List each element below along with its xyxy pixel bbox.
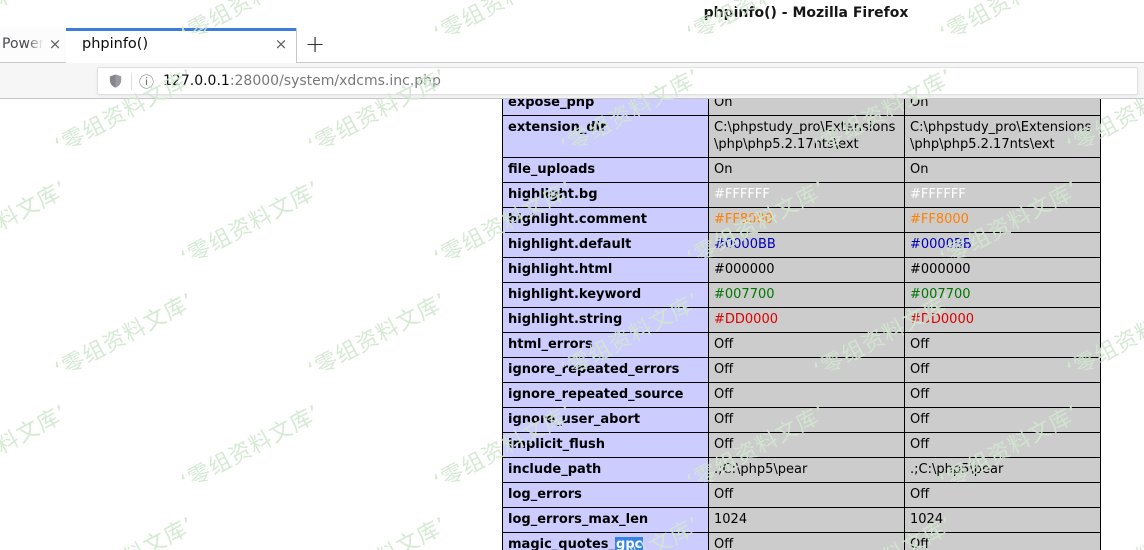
- directive-name-cell: highlight.bg: [502, 182, 709, 208]
- directive-name-cell: file_uploads: [502, 157, 709, 183]
- table-row: include_path .;C:\php5\pear .;C:\php5\pear: [502, 457, 1101, 483]
- page-content: expose_php On On extension_dir C:\phpstudy_p…: [0, 99, 1144, 550]
- url-text: 127.0.0.1:28000/system/xdcms.inc.php: [163, 73, 441, 89]
- local-value-cell: Off: [708, 532, 905, 550]
- selected-text: gpc: [615, 537, 644, 550]
- navigation-toolbar: ⓘ 127.0.0.1:28000/system/xdcms.inc.php: [0, 63, 1144, 99]
- local-value-cell: On: [708, 99, 905, 116]
- table-row: extension_dir C:\phpstudy_pro\Extensions …: [502, 115, 1101, 158]
- table-row: html_errors Off Off: [502, 332, 1101, 358]
- directive-name-cell: highlight.keyword: [502, 282, 709, 308]
- directive-name-cell: include_path: [502, 457, 709, 483]
- local-value-cell: Off: [708, 332, 905, 358]
- local-value-cell: Off: [708, 432, 905, 458]
- master-value-cell: Off: [904, 532, 1101, 550]
- local-value-cell: #007700: [708, 282, 905, 308]
- url-path: :28000/system/xdcms.inc.php: [229, 73, 441, 89]
- tab-strip: Power × phpinfo() × +: [0, 28, 1144, 63]
- local-value-cell: 1024: [708, 507, 905, 533]
- tab-close-icon[interactable]: ×: [46, 35, 64, 53]
- directive-name-cell: ignore_repeated_errors: [502, 357, 709, 383]
- directive-name-cell: expose_php: [502, 99, 709, 116]
- master-value-cell: #DD0000: [904, 307, 1101, 333]
- master-value-cell: #FFFFFF: [904, 182, 1101, 208]
- table-row: highlight.html #000000 #000000: [502, 257, 1101, 283]
- directive-name-cell: ignore_user_abort: [502, 407, 709, 433]
- page-info-icon[interactable]: ⓘ: [139, 71, 154, 92]
- master-value-cell: #007700: [904, 282, 1101, 308]
- table-row: highlight.default #0000BB #0000BB: [502, 232, 1101, 258]
- window-titlebar: phpinfo() - Mozilla Firefox: [0, 0, 1144, 28]
- directive-name-cell: log_errors_max_len: [502, 507, 709, 533]
- directive-name-cell: extension_dir: [502, 115, 709, 158]
- window-title: phpinfo() - Mozilla Firefox: [703, 5, 909, 21]
- table-row: highlight.keyword #007700 #007700: [502, 282, 1101, 308]
- directive-name-cell: implicit_flush: [502, 432, 709, 458]
- tab-active-phpinfo[interactable]: phpinfo() ×: [66, 28, 297, 63]
- master-value-cell: Off: [904, 332, 1101, 358]
- active-tab-accent-bar: [66, 28, 296, 31]
- master-value-cell: C:\phpstudy_pro\Extensions \php\php5.2.1…: [904, 115, 1101, 158]
- directive-name-cell: highlight.html: [502, 257, 709, 283]
- directive-name-text: magic_quotes_: [508, 537, 616, 550]
- directive-name-cell: html_errors: [502, 332, 709, 358]
- local-value-cell: #FF8000: [708, 207, 905, 233]
- local-value-cell: Off: [708, 482, 905, 508]
- master-value-cell: On: [904, 157, 1101, 183]
- phpinfo-table: expose_php On On extension_dir C:\phpstudy_p…: [502, 99, 1101, 550]
- table-row: highlight.bg #FFFFFF #FFFFFF: [502, 182, 1101, 208]
- local-value-cell: On: [708, 157, 905, 183]
- directive-name-cell: highlight.comment: [502, 207, 709, 233]
- local-value-cell: Off: [708, 357, 905, 383]
- directive-name-cell: magic_quotes_gpc: [502, 532, 709, 550]
- local-value-cell: .;C:\php5\pear: [708, 457, 905, 483]
- table-row: highlight.comment #FF8000 #FF8000: [502, 207, 1101, 233]
- table-row: magic_quotes_gpc Off Off: [502, 532, 1101, 550]
- table-row: ignore_repeated_source Off Off: [502, 382, 1101, 408]
- local-value-cell: Off: [708, 382, 905, 408]
- tracking-protection-shield-icon[interactable]: [108, 73, 123, 89]
- table-row: file_uploads On On: [502, 157, 1101, 183]
- table-row: expose_php On On: [502, 99, 1101, 116]
- local-value-cell: Off: [708, 407, 905, 433]
- master-value-cell: #000000: [904, 257, 1101, 283]
- new-tab-button[interactable]: +: [303, 30, 327, 58]
- master-value-cell: Off: [904, 482, 1101, 508]
- local-value-cell: C:\phpstudy_pro\Extensions \php\php5.2.1…: [708, 115, 905, 158]
- local-value-cell: #0000BB: [708, 232, 905, 258]
- directive-name-cell: ignore_repeated_source: [502, 382, 709, 408]
- tab-background-power[interactable]: Power ×: [0, 28, 67, 62]
- directive-name-cell: highlight.default: [502, 232, 709, 258]
- table-row: log_errors_max_len 1024 1024: [502, 507, 1101, 533]
- urlbar-separator: [131, 72, 132, 90]
- local-value-cell: #FFFFFF: [708, 182, 905, 208]
- master-value-cell: Off: [904, 357, 1101, 383]
- table-row: implicit_flush Off Off: [502, 432, 1101, 458]
- tab-label: phpinfo(): [82, 36, 149, 52]
- master-value-cell: Off: [904, 432, 1101, 458]
- master-value-cell: On: [904, 99, 1101, 116]
- directive-name-cell: highlight.string: [502, 307, 709, 333]
- directive-name-cell: log_errors: [502, 482, 709, 508]
- table-row: ignore_user_abort Off Off: [502, 407, 1101, 433]
- local-value-cell: #DD0000: [708, 307, 905, 333]
- master-value-cell: #FF8000: [904, 207, 1101, 233]
- master-value-cell: Off: [904, 407, 1101, 433]
- tab-close-icon[interactable]: ×: [272, 35, 290, 53]
- tab-label: Power: [2, 36, 45, 52]
- url-host: 127.0.0.1: [163, 73, 230, 89]
- url-bar[interactable]: ⓘ 127.0.0.1:28000/system/xdcms.inc.php: [97, 67, 1138, 95]
- table-row: highlight.string #DD0000 #DD0000: [502, 307, 1101, 333]
- local-value-cell: #000000: [708, 257, 905, 283]
- master-value-cell: .;C:\php5\pear: [904, 457, 1101, 483]
- table-row: ignore_repeated_errors Off Off: [502, 357, 1101, 383]
- table-row: log_errors Off Off: [502, 482, 1101, 508]
- master-value-cell: Off: [904, 382, 1101, 408]
- master-value-cell: #0000BB: [904, 232, 1101, 258]
- master-value-cell: 1024: [904, 507, 1101, 533]
